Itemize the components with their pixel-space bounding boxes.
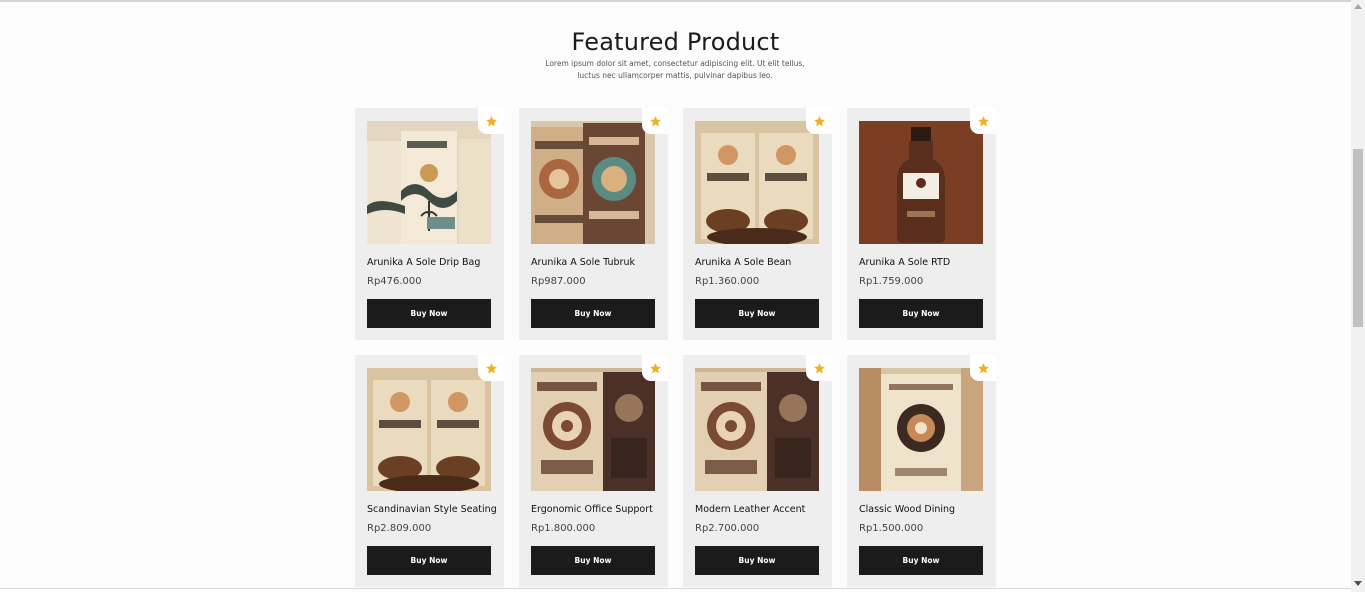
product-image[interactable] xyxy=(367,121,491,244)
scrollbar-thumb[interactable] xyxy=(1353,149,1363,327)
buy-now-button[interactable]: Buy Now xyxy=(367,546,491,575)
favorite-button[interactable] xyxy=(642,355,668,381)
section-description: Lorem ipsum dolor sit amet, consectetur … xyxy=(545,58,805,80)
product-price: Rp2.700.000 xyxy=(695,523,760,534)
product-card: Classic Wood Dining Rp1.500.000 Buy Now xyxy=(847,355,996,587)
product-name[interactable]: Classic Wood Dining xyxy=(859,504,955,515)
product-card: Arunika A Sole Bean Rp1.360.000 Buy Now xyxy=(683,108,832,340)
product-image[interactable] xyxy=(367,368,491,491)
star-icon xyxy=(813,115,825,126)
star-icon xyxy=(977,362,989,373)
product-image[interactable] xyxy=(859,121,983,244)
product-card: Arunika A Sole Tubruk Rp987.000 Buy Now xyxy=(519,108,668,340)
product-image[interactable] xyxy=(531,121,655,244)
product-grid: Arunika A Sole Drip Bag Rp476.000 Buy No… xyxy=(355,108,996,587)
buy-now-button[interactable]: Buy Now xyxy=(531,546,655,575)
favorite-button[interactable] xyxy=(970,108,996,134)
product-price: Rp987.000 xyxy=(531,276,586,287)
product-card: Arunika A Sole RTD Rp1.759.000 Buy Now xyxy=(847,108,996,340)
favorite-button[interactable] xyxy=(806,355,832,381)
favorite-button[interactable] xyxy=(478,355,504,381)
product-name[interactable]: Scandinavian Style Seating xyxy=(367,504,497,515)
buy-now-button[interactable]: Buy Now xyxy=(531,299,655,328)
product-price: Rp476.000 xyxy=(367,276,422,287)
favorite-button[interactable] xyxy=(642,108,668,134)
product-price: Rp1.800.000 xyxy=(531,523,596,534)
product-card: Ergonomic Office Support Rp1.800.000 Buy… xyxy=(519,355,668,587)
scroll-down-arrow-icon[interactable] xyxy=(1354,581,1362,586)
star-icon xyxy=(485,362,497,373)
star-icon xyxy=(977,115,989,126)
product-image[interactable] xyxy=(859,368,983,491)
product-price: Rp1.500.000 xyxy=(859,523,924,534)
product-name[interactable]: Arunika A Sole Drip Bag xyxy=(367,257,480,268)
product-card: Modern Leather Accent Rp2.700.000 Buy No… xyxy=(683,355,832,587)
favorite-button[interactable] xyxy=(970,355,996,381)
buy-now-button[interactable]: Buy Now xyxy=(695,546,819,575)
product-name[interactable]: Arunika A Sole Bean xyxy=(695,257,791,268)
product-card: Arunika A Sole Drip Bag Rp476.000 Buy No… xyxy=(355,108,504,340)
product-image[interactable] xyxy=(531,368,655,491)
favorite-button[interactable] xyxy=(478,108,504,134)
top-divider xyxy=(0,0,1351,2)
star-icon xyxy=(649,362,661,373)
buy-now-button[interactable]: Buy Now xyxy=(859,299,983,328)
section-title: Featured Product xyxy=(571,27,780,56)
star-icon xyxy=(813,362,825,373)
product-price: Rp1.759.000 xyxy=(859,276,924,287)
favorite-button[interactable] xyxy=(806,108,832,134)
star-icon xyxy=(649,115,661,126)
product-image[interactable] xyxy=(695,121,819,244)
vertical-scrollbar[interactable] xyxy=(1351,0,1365,592)
buy-now-button[interactable]: Buy Now xyxy=(367,299,491,328)
product-name[interactable]: Ergonomic Office Support xyxy=(531,504,653,515)
bottom-divider xyxy=(0,588,1351,589)
star-icon xyxy=(485,115,497,126)
buy-now-button[interactable]: Buy Now xyxy=(859,546,983,575)
product-image[interactable] xyxy=(695,368,819,491)
scroll-up-arrow-icon[interactable] xyxy=(1354,4,1362,9)
product-card: Scandinavian Style Seating Rp2.809.000 B… xyxy=(355,355,504,587)
product-price: Rp2.809.000 xyxy=(367,523,432,534)
product-price: Rp1.360.000 xyxy=(695,276,760,287)
buy-now-button[interactable]: Buy Now xyxy=(695,299,819,328)
product-name[interactable]: Modern Leather Accent xyxy=(695,504,805,515)
product-name[interactable]: Arunika A Sole RTD xyxy=(859,257,950,268)
product-name[interactable]: Arunika A Sole Tubruk xyxy=(531,257,635,268)
